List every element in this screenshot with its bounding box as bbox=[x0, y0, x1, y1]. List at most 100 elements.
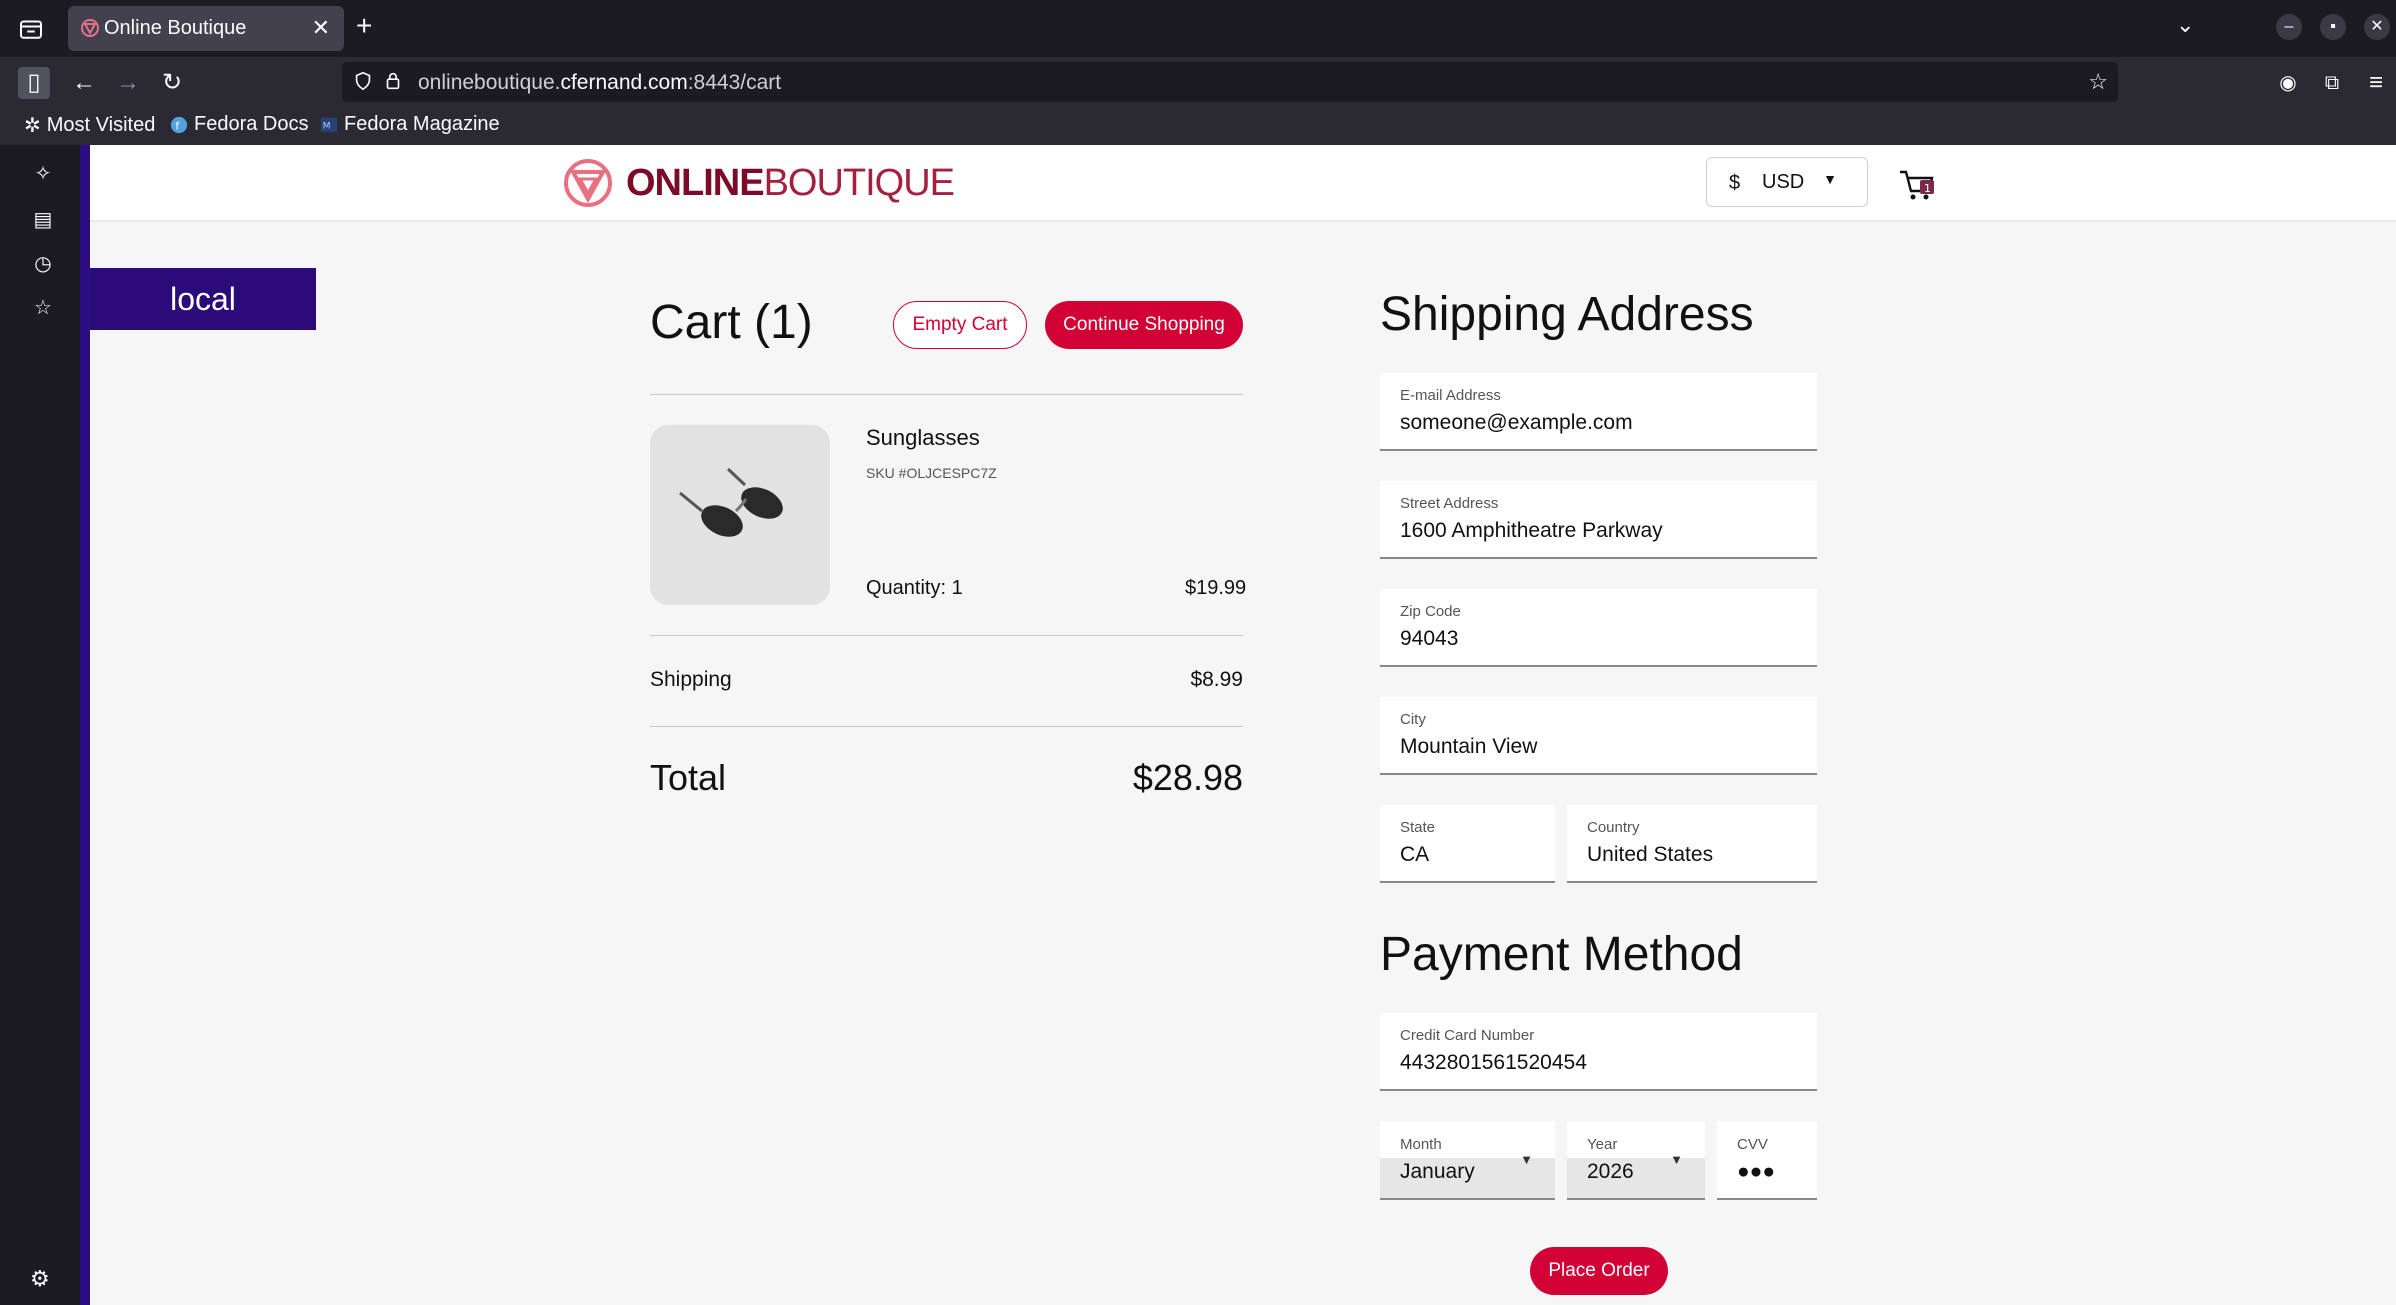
account-icon[interactable]: ◉ bbox=[2272, 67, 2304, 99]
zip-value: 94043 bbox=[1400, 627, 1459, 650]
bookmark-star-icon[interactable]: ☆ bbox=[2088, 69, 2108, 95]
street-value: 1600 Amphitheatre Parkway bbox=[1400, 519, 1663, 542]
close-tab-icon[interactable]: ✕ bbox=[312, 15, 330, 41]
browser-tab[interactable]: Online Boutique ✕ bbox=[68, 6, 344, 51]
street-label: Street Address bbox=[1400, 495, 1499, 512]
shipping-label: Shipping bbox=[650, 668, 732, 691]
cart-icon[interactable]: 1 bbox=[1898, 167, 1938, 203]
history-icon[interactable]: ◷ bbox=[30, 251, 56, 277]
bookmark-fedora-docs[interactable]: f Fedora Docs bbox=[170, 113, 309, 136]
zip-code-field[interactable]: Zip Code 94043 bbox=[1380, 589, 1817, 667]
fedora-logo-icon: f bbox=[170, 116, 188, 133]
place-order-button[interactable]: Place Order bbox=[1530, 1247, 1668, 1295]
cvv-field[interactable]: CVV ●●● bbox=[1717, 1122, 1817, 1200]
empty-cart-button[interactable]: Empty Cart bbox=[893, 301, 1027, 349]
currency-selector[interactable]: $ USD ▼ bbox=[1706, 157, 1868, 207]
fedora-magazine-icon: M bbox=[320, 117, 338, 132]
svg-text:f: f bbox=[175, 119, 179, 132]
shipping-value: $8.99 bbox=[1190, 668, 1243, 691]
product-image-sunglasses[interactable] bbox=[650, 425, 830, 605]
ai-chatbot-icon[interactable]: ✧ bbox=[30, 161, 56, 187]
product-price: $19.99 bbox=[1185, 577, 1247, 599]
city-field[interactable]: City Mountain View bbox=[1380, 697, 1817, 775]
divider bbox=[650, 394, 1243, 395]
new-tab-icon[interactable]: + bbox=[356, 10, 372, 42]
sidebar-toggle-icon[interactable]: ▯ bbox=[18, 67, 50, 99]
city-label: City bbox=[1400, 711, 1426, 728]
maximize-icon[interactable]: ▪ bbox=[2320, 14, 2346, 40]
tab-overflow-chevron-icon[interactable]: ⌄ bbox=[2176, 12, 2194, 38]
credit-card-label: Credit Card Number bbox=[1400, 1027, 1535, 1044]
continue-shopping-button[interactable]: Continue Shopping bbox=[1045, 301, 1243, 349]
street-address-field[interactable]: Street Address 1600 Amphitheatre Parkway bbox=[1380, 481, 1817, 559]
bookmarks-star-icon[interactable]: ☆ bbox=[30, 295, 56, 321]
payment-method-title: Payment Method bbox=[1380, 928, 1743, 981]
divider bbox=[650, 726, 1243, 727]
site-header: ONLINEBOUTIQUE $ USD ▼ 1 bbox=[90, 145, 2396, 222]
sidebar-settings-gear-icon[interactable]: ⚙ bbox=[30, 1266, 50, 1292]
month-value: January bbox=[1400, 1160, 1475, 1183]
product-quantity: Quantity: 1 bbox=[866, 577, 963, 599]
cart-count-badge: 1 bbox=[1924, 182, 1931, 195]
email-field[interactable]: E-mail Address someone@example.com bbox=[1380, 373, 1817, 451]
month-select[interactable]: Month January ▼ bbox=[1380, 1122, 1555, 1200]
tab-strip: Online Boutique ✕ + ⌄ – ▪ ✕ bbox=[0, 0, 2396, 57]
email-value: someone@example.com bbox=[1400, 411, 1633, 434]
url-bar[interactable]: onlineboutique.cfernand.com:8443/cart ☆ bbox=[342, 62, 2118, 102]
site-logo[interactable]: ONLINEBOUTIQUE bbox=[562, 157, 955, 209]
page-content: ONLINEBOUTIQUE $ USD ▼ 1 local Cart (1) … bbox=[90, 145, 2396, 1305]
svg-text:M: M bbox=[323, 121, 331, 131]
credit-card-field[interactable]: Credit Card Number 4432801561520454 bbox=[1380, 1013, 1817, 1091]
month-label: Month bbox=[1400, 1136, 1442, 1153]
environment-badge: local bbox=[90, 268, 316, 330]
environment-stripe bbox=[80, 145, 90, 1305]
currency-symbol: $ bbox=[1729, 172, 1741, 194]
country-value: United States bbox=[1587, 843, 1714, 866]
state-label: State bbox=[1400, 819, 1436, 836]
tab-title: Online Boutique bbox=[104, 17, 247, 39]
credit-card-value: 4432801561520454 bbox=[1400, 1051, 1587, 1074]
country-label: Country bbox=[1587, 819, 1640, 836]
state-field[interactable]: State CA bbox=[1380, 805, 1555, 883]
cart-title: Cart (1) bbox=[650, 296, 813, 349]
synced-tabs-icon[interactable]: ▤ bbox=[30, 207, 56, 233]
boutique-favicon-icon bbox=[81, 19, 99, 37]
gear-icon: ✲ bbox=[24, 115, 41, 137]
menu-icon[interactable]: ≡ bbox=[2360, 67, 2392, 99]
navigation-toolbar: ▯ ← → ↻ onlineboutique.cfernand.com:8443… bbox=[0, 57, 2396, 107]
year-label: Year bbox=[1587, 1136, 1618, 1153]
state-value: CA bbox=[1400, 843, 1430, 866]
shipping-address-title: Shipping Address bbox=[1380, 288, 1754, 341]
cvv-value: ●●● bbox=[1737, 1160, 1776, 1183]
email-label: E-mail Address bbox=[1400, 387, 1501, 404]
lock-icon[interactable] bbox=[382, 70, 404, 92]
bookmark-most-visited[interactable]: ✲ Most Visited bbox=[24, 113, 155, 138]
year-select[interactable]: Year 2026 ▼ bbox=[1567, 1122, 1705, 1200]
extensions-icon[interactable]: ⧉ bbox=[2316, 67, 2348, 99]
shield-icon[interactable] bbox=[352, 70, 374, 92]
browser-sidebar: ✧ ▤ ◷ ☆ bbox=[0, 145, 80, 1305]
year-value: 2026 bbox=[1587, 1160, 1634, 1183]
url-text: onlineboutique.cfernand.com:8443/cart bbox=[418, 71, 782, 94]
dropdown-arrow-icon: ▼ bbox=[1670, 1152, 1683, 1167]
country-field[interactable]: Country United States bbox=[1567, 805, 1817, 883]
caret-down-icon: ▼ bbox=[1823, 171, 1837, 187]
product-name: Sunglasses bbox=[866, 425, 980, 450]
cvv-label: CVV bbox=[1737, 1136, 1768, 1153]
tab-list-icon[interactable] bbox=[16, 14, 46, 44]
zip-label: Zip Code bbox=[1400, 603, 1461, 620]
total-label: Total bbox=[650, 757, 727, 798]
city-value: Mountain View bbox=[1400, 735, 1538, 758]
currency-code: USD bbox=[1762, 171, 1805, 193]
dropdown-arrow-icon: ▼ bbox=[1520, 1152, 1533, 1167]
reload-icon[interactable]: ↻ bbox=[156, 67, 188, 99]
bookmark-fedora-magazine[interactable]: M Fedora Magazine bbox=[320, 113, 500, 136]
bookmarks-bar: ✲ Most Visited f Fedora Docs M Fedora Ma… bbox=[0, 107, 2396, 145]
total-value: $28.98 bbox=[1132, 757, 1243, 798]
minimize-icon[interactable]: – bbox=[2276, 14, 2302, 40]
product-sku: SKU #OLJCESPC7Z bbox=[866, 465, 997, 481]
forward-icon[interactable]: → bbox=[112, 67, 144, 99]
close-window-icon[interactable]: ✕ bbox=[2364, 14, 2390, 40]
sunglasses-icon bbox=[679, 467, 783, 537]
back-icon[interactable]: ← bbox=[68, 67, 100, 99]
